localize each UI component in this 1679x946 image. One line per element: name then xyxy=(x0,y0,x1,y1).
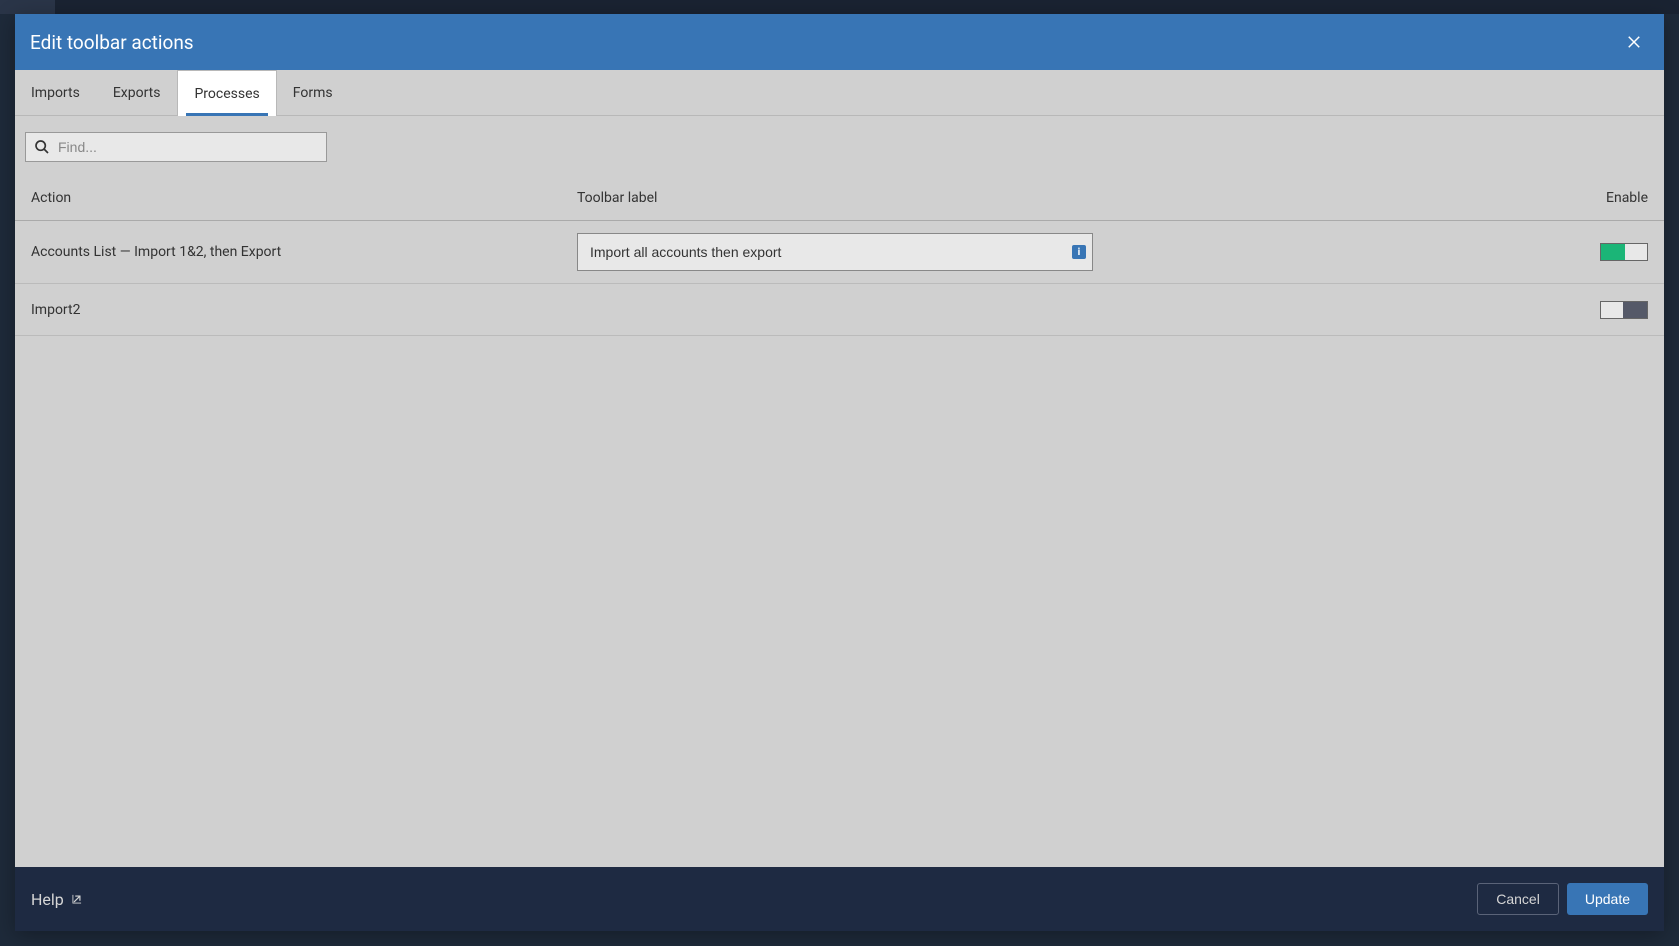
column-header-enable: Enable xyxy=(1568,190,1648,206)
toggle-knob xyxy=(1625,244,1647,260)
help-link[interactable]: Help xyxy=(31,890,84,909)
tab-forms[interactable]: Forms xyxy=(277,70,350,115)
modal-title: Edit toolbar actions xyxy=(30,31,194,54)
actions-table: Action Toolbar label Enable Accounts Lis… xyxy=(15,172,1664,867)
search-row xyxy=(15,116,1664,172)
action-name: Import2 xyxy=(31,302,577,318)
enable-toggle[interactable] xyxy=(1600,301,1648,319)
info-icon[interactable]: i xyxy=(1072,245,1086,259)
update-button[interactable]: Update xyxy=(1567,883,1648,915)
search-wrapper xyxy=(25,132,327,162)
tab-exports[interactable]: Exports xyxy=(97,70,178,115)
label-cell: i xyxy=(577,233,1568,271)
edit-toolbar-actions-modal: Edit toolbar actions Imports Exports Pro… xyxy=(15,14,1664,931)
modal-header: Edit toolbar actions xyxy=(15,14,1664,70)
table-row: Import2 xyxy=(15,284,1664,336)
button-label: Update xyxy=(1585,891,1630,907)
tab-imports[interactable]: Imports xyxy=(15,70,97,115)
column-header-label: Toolbar label xyxy=(577,190,1568,206)
action-name: Accounts List — Import 1&2, then Export xyxy=(31,244,577,260)
footer-buttons: Cancel Update xyxy=(1477,883,1648,915)
toolbar-label-input[interactable] xyxy=(590,244,1072,260)
toggle-knob xyxy=(1601,302,1623,318)
enable-cell xyxy=(1568,301,1648,319)
label-input-wrapper: i xyxy=(577,233,1093,271)
app-topbar xyxy=(0,0,1679,14)
enable-toggle[interactable] xyxy=(1600,243,1648,261)
tab-label: Exports xyxy=(113,85,161,101)
column-header-action: Action xyxy=(31,190,577,206)
external-link-icon xyxy=(70,892,84,906)
button-label: Cancel xyxy=(1496,891,1540,907)
search-input[interactable] xyxy=(58,139,318,155)
app-tab-stub xyxy=(0,0,55,14)
search-icon xyxy=(34,139,50,155)
tabs-bar: Imports Exports Processes Forms xyxy=(15,70,1664,116)
enable-cell xyxy=(1568,243,1648,261)
cancel-button[interactable]: Cancel xyxy=(1477,883,1559,915)
tab-label: Forms xyxy=(293,85,333,101)
close-icon xyxy=(1625,33,1643,51)
tab-label: Processes xyxy=(194,86,259,102)
close-button[interactable] xyxy=(1622,30,1646,54)
table-header: Action Toolbar label Enable xyxy=(15,172,1664,221)
modal-footer: Help Cancel Update xyxy=(15,867,1664,931)
tab-processes[interactable]: Processes xyxy=(177,70,276,116)
tab-label: Imports xyxy=(31,85,80,101)
help-label: Help xyxy=(31,890,64,909)
table-row: Accounts List — Import 1&2, then Export … xyxy=(15,221,1664,284)
